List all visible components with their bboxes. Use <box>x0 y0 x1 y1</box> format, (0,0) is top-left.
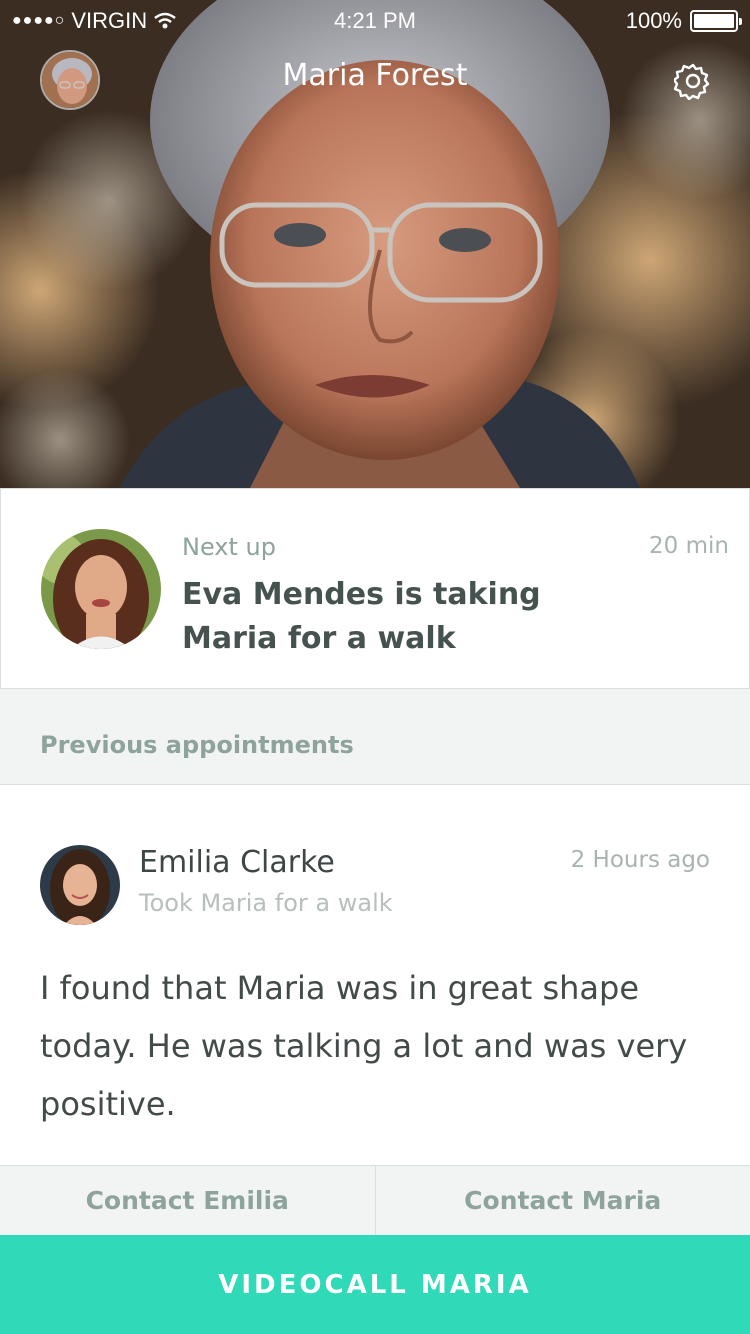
videocall-button[interactable]: VIDEOCALL MARIA <box>0 1235 750 1334</box>
appointment-activity: Took Maria for a walk <box>139 889 393 917</box>
battery-percent: 100% <box>625 8 682 33</box>
settings-gear-icon[interactable] <box>674 62 712 100</box>
next-up-label: Next up <box>182 533 276 561</box>
caregiver-avatar <box>40 845 120 925</box>
next-up-description: Eva Mendes is taking Maria for a walk <box>182 577 541 656</box>
contact-emilia-button[interactable]: Contact Emilia <box>0 1166 375 1235</box>
appointment-card[interactable]: Emilia Clarke Took Maria for a walk 2 Ho… <box>0 785 750 1165</box>
previous-appointments-header: Previous appointments <box>0 689 750 785</box>
status-bar: ●●●●○ VIRGIN 4:21 PM 100% <box>0 0 750 40</box>
next-up-duration: 20 min <box>649 533 729 559</box>
section-title: Previous appointments <box>40 731 354 759</box>
next-up-card[interactable]: Next up 20 min Eva Mendes is taking Mari… <box>0 488 750 689</box>
caregiver-avatar <box>41 529 161 649</box>
caregiver-name: Emilia Clarke <box>139 845 335 880</box>
contact-actions: Contact Emilia Contact Maria <box>0 1165 750 1235</box>
battery-icon <box>690 10 742 32</box>
page-title: Maria Forest <box>282 58 468 93</box>
appointment-note: I found that Maria was in great shape to… <box>40 969 688 1123</box>
contact-maria-button[interactable]: Contact Maria <box>374 1166 750 1235</box>
appointment-time: 2 Hours ago <box>570 847 710 873</box>
profile-hero-photo: ●●●●○ VIRGIN 4:21 PM 100% Maria Forest <box>0 0 750 488</box>
